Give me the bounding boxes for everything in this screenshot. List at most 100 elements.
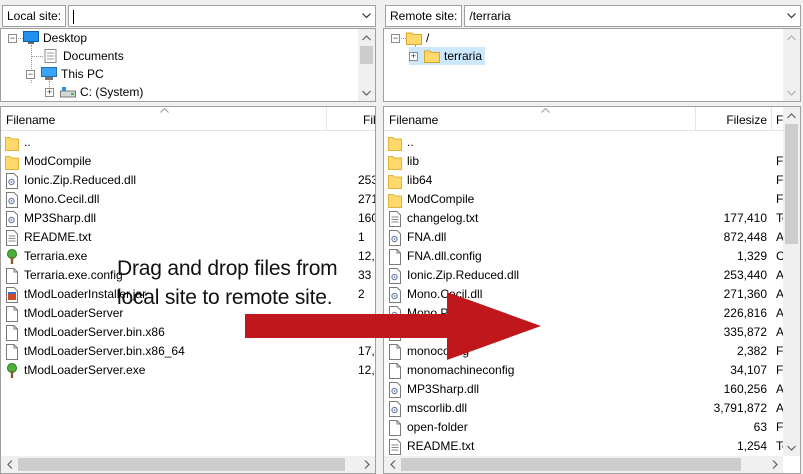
tree-item-label: / [426, 31, 430, 45]
tree-item-documents[interactable]: Documents [43, 47, 124, 65]
file-size: 63 [753, 420, 767, 434]
file-icon [6, 324, 18, 341]
tree-item-root[interactable]: − / [391, 29, 429, 47]
file-size: 2,382 [736, 344, 767, 358]
file-name-cell: tModLoaderServer [5, 304, 123, 323]
file-row[interactable]: ModCompile [1, 152, 375, 171]
remote-path-input[interactable]: /terraria [464, 5, 801, 27]
local-directory-tree[interactable]: − Desktop Documents − This PC + C: (Syst… [0, 28, 376, 102]
file-row[interactable]: FNA.dll.config 1,329 C [384, 247, 785, 266]
collapse-icon[interactable]: − [391, 33, 400, 43]
instruction-line-1: Drag and drop files from [117, 257, 338, 280]
installer-icon [6, 286, 18, 303]
chevron-down-icon[interactable] [358, 6, 375, 26]
file-row[interactable]: Ionic.Zip.Reduced.dll 253,440 A [384, 266, 785, 285]
dll-file-icon [389, 267, 401, 284]
file-row[interactable]: README.txt1,254Te [384, 437, 786, 456]
chevron-down-icon[interactable] [783, 6, 800, 26]
file-name-cell: FNA.dll.config [388, 247, 482, 266]
file-name-cell: .. [5, 133, 31, 152]
folder-icon [5, 136, 19, 151]
scroll-down-icon[interactable] [783, 84, 800, 101]
file-row[interactable]: mscorlib.dll 3,791,872 A [384, 399, 785, 418]
scroll-up-icon[interactable] [783, 29, 800, 46]
scroll-thumb[interactable] [360, 46, 373, 64]
file-row[interactable]: .. [384, 133, 785, 152]
tree-item-terraria[interactable]: + terraria [409, 47, 486, 65]
tree-scrollbar[interactable] [783, 29, 800, 101]
file-name: FNA.dll [407, 230, 447, 244]
file-row[interactable]: Mono.Cecil.dll 271 [1, 190, 375, 209]
file-row[interactable]: .. [1, 133, 375, 152]
file-row[interactable]: FNA.dll 872,448 A [384, 228, 785, 247]
expand-icon[interactable]: + [45, 87, 54, 97]
scroll-left-icon[interactable] [384, 456, 401, 473]
column-filename[interactable]: Filename [384, 107, 694, 131]
file-name-cell: FNA.dll [388, 228, 446, 247]
file-name-cell: mscorlib.dll [388, 399, 467, 418]
file-name: Terraria.exe [24, 249, 88, 263]
file-row[interactable]: open-folder 63 Fi [384, 418, 786, 437]
file-name: lib64 [407, 173, 433, 187]
file-size: 335,872 [723, 325, 767, 339]
dll-file-icon [389, 400, 401, 417]
local-path-input[interactable] [68, 5, 376, 27]
file-name-cell: MP3Sharp.dll [388, 380, 479, 399]
file-name-cell: changelog.txt [388, 209, 478, 228]
remote-directory-tree[interactable]: − / + terraria [383, 28, 801, 102]
file-row[interactable]: lib64 Fi [384, 171, 786, 190]
scroll-thumb[interactable] [401, 458, 741, 471]
file-size: 253 [358, 173, 375, 187]
file-row[interactable]: MP3Sharp.dll 160,256 A [384, 380, 785, 399]
remote-hscrollbar[interactable] [384, 456, 783, 473]
file-row[interactable]: Ionic.Zip.Reduced.dll 253 [1, 171, 375, 190]
file-icon [389, 248, 401, 265]
file-name: Ionic.Zip.Reduced.dll [407, 268, 520, 282]
tree-item-this-pc[interactable]: − This PC [26, 65, 104, 83]
file-size: 271,360 [723, 287, 767, 301]
file-name: lib [407, 154, 420, 168]
scroll-thumb[interactable] [18, 458, 345, 471]
column-filesize[interactable]: Filesize [696, 107, 769, 131]
file-size [696, 152, 767, 171]
file-size: 34,107 [730, 363, 767, 377]
file-name: MP3Sharp.dll [407, 382, 480, 396]
file-icon [389, 419, 401, 436]
scroll-right-icon[interactable] [358, 456, 375, 473]
scroll-down-icon[interactable] [358, 84, 375, 101]
folder-icon [388, 193, 402, 208]
column-filesize[interactable]: Fil [358, 107, 375, 131]
tree-item-desktop[interactable]: − Desktop [8, 29, 87, 47]
tree-scrollbar[interactable] [358, 29, 375, 101]
scroll-up-icon[interactable] [358, 29, 375, 46]
column-separator[interactable] [326, 107, 327, 131]
text-file-icon [389, 210, 401, 227]
file-row[interactable]: MP3Sharp.dll 160 [1, 209, 375, 228]
file-size: 33 [358, 268, 372, 282]
file-name-cell: .. [388, 133, 414, 152]
scroll-down-icon[interactable] [783, 439, 800, 456]
file-size: 1,254 [736, 439, 767, 453]
file-row[interactable]: ModCompile Fi [384, 190, 786, 209]
file-row[interactable]: README.txt 1 [1, 228, 375, 247]
local-hscrollbar[interactable] [1, 456, 375, 473]
collapse-icon[interactable]: − [26, 69, 35, 79]
file-name: Mono.Cecil.dll [24, 192, 100, 206]
dll-file-icon [6, 191, 18, 208]
file-name: MP3Sharp.dll [24, 211, 97, 225]
file-row[interactable]: lib Fi [384, 152, 786, 171]
scroll-thumb[interactable] [785, 124, 798, 244]
file-row[interactable]: changelog.txt177,410Te [384, 209, 786, 228]
tree-exe-icon [7, 362, 17, 378]
file-icon [6, 343, 18, 360]
sort-ascending-icon [541, 108, 550, 113]
tree-item-c-drive[interactable]: + C: (System) [45, 83, 143, 101]
scroll-right-icon[interactable] [766, 456, 783, 473]
scroll-left-icon[interactable] [1, 456, 18, 473]
tree-item-label: terraria [444, 49, 483, 63]
remote-vscrollbar[interactable] [783, 107, 800, 456]
collapse-icon[interactable]: − [8, 33, 17, 43]
scroll-up-icon[interactable] [783, 107, 800, 124]
expand-icon[interactable]: + [409, 51, 418, 61]
document-icon [44, 49, 57, 63]
